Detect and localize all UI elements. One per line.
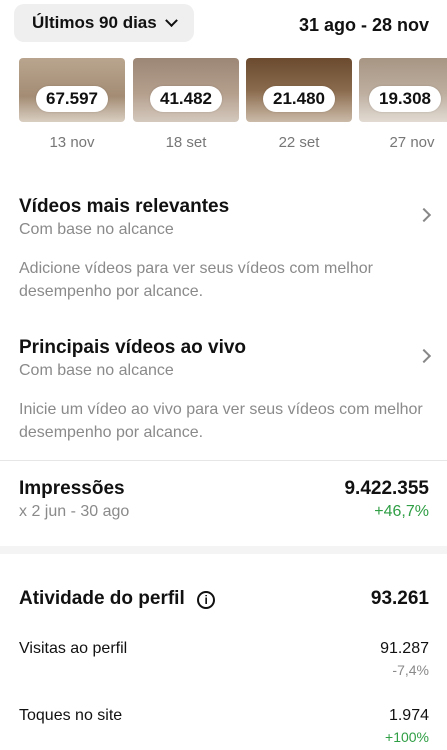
live-videos-title: Principais vídeos ao vivo <box>19 337 247 358</box>
top-videos-title: Vídeos mais relevantes <box>19 196 230 217</box>
thumbnail-count: 21.480 <box>263 86 335 112</box>
metric-value: 91.287 <box>380 640 429 657</box>
impressions-row[interactable]: Impressões x 2 jun - 30 ago 9.422.355 +4… <box>19 478 429 528</box>
thumbnail-date: 22 set <box>278 134 320 151</box>
impressions-change: +46,7% <box>374 503 429 520</box>
top-content-carousel[interactable]: 67.597 13 nov 41.482 18 set 21.480 22 se… <box>0 48 447 158</box>
metric-change: -7,4% <box>392 662 429 678</box>
live-videos-description: Inicie um vídeo ao vivo para ver seus ví… <box>19 401 423 441</box>
info-icon[interactable]: i <box>197 590 216 609</box>
content-thumbnail[interactable]: 67.597 <box>19 58 125 122</box>
date-range-dropdown[interactable]: Últimos 90 dias <box>14 4 194 42</box>
thumbnail-date: 13 nov <box>49 134 95 151</box>
impressions-value: 9.422.355 <box>344 478 429 499</box>
metric-label: Visitas ao perfil <box>19 640 128 657</box>
metric-label: Toques no site <box>19 707 123 724</box>
date-range-dropdown-label: Últimos 90 dias <box>32 13 157 32</box>
top-videos-subtitle: Com base no alcance <box>19 221 174 238</box>
metric-change: +100% <box>385 729 429 745</box>
thumbnail-count: 67.597 <box>36 86 108 112</box>
thumbnail-count: 41.482 <box>150 86 222 112</box>
profile-activity-header: Atividade do perfil i 93.261 <box>19 588 429 614</box>
date-range-text: 31 ago - 28 nov <box>298 15 429 35</box>
impressions-compare-period: x 2 jun - 30 ago <box>19 503 130 520</box>
top-bar: Últimos 90 dias 31 ago - 28 nov <box>0 0 447 48</box>
content-thumbnail[interactable]: 21.480 <box>246 58 352 122</box>
divider <box>0 460 447 461</box>
top-videos-description: Adicione vídeos para ver seus vídeos com… <box>19 260 373 300</box>
live-videos-subtitle: Com base no alcance <box>19 362 174 379</box>
thumbnail-date: 18 set <box>165 134 207 151</box>
top-videos-row[interactable]: Vídeos mais relevantes Com base no alcan… <box>19 196 432 244</box>
metric-row-profile-visits[interactable]: Visitas ao perfil 91.287 -7,4% <box>19 640 429 682</box>
chevron-down-icon <box>164 13 178 27</box>
content-thumbnail[interactable]: 19.308 <box>359 58 447 122</box>
thumbnail-date: 27 nov <box>389 134 435 151</box>
metric-value: 1.974 <box>388 707 429 724</box>
content-thumbnail[interactable]: 41.482 <box>133 58 239 122</box>
thumbnail-count: 19.308 <box>369 86 441 112</box>
live-videos-row[interactable]: Principais vídeos ao vivo Com base no al… <box>19 337 432 385</box>
profile-activity-title: Atividade do perfil <box>19 588 185 609</box>
section-separator <box>0 546 447 554</box>
metric-row-website-taps[interactable]: Toques no site 1.974 +100% <box>19 707 429 749</box>
profile-activity-total: 93.261 <box>370 588 429 609</box>
